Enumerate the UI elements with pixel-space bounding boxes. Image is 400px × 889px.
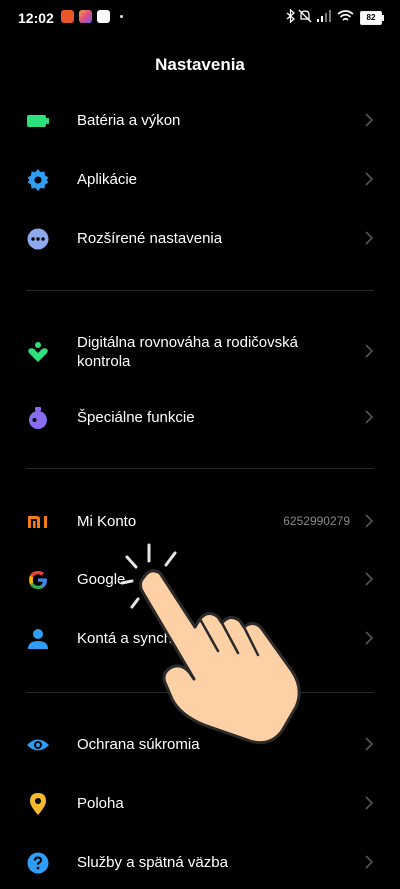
chevron-right-icon bbox=[365, 344, 374, 358]
status-bar: 12:02 82 bbox=[0, 0, 400, 36]
settings-item-label: Batéria a výkon bbox=[77, 112, 181, 129]
gear-icon bbox=[27, 169, 49, 191]
battery-icon bbox=[27, 115, 49, 127]
section-divider bbox=[26, 290, 374, 291]
settings-item-label: Špeciálne funkcie bbox=[77, 409, 195, 426]
settings-item-location[interactable]: Poloha bbox=[0, 781, 400, 826]
settings-item-label: Rozšírené nastavenia bbox=[77, 230, 223, 247]
battery-level: 82 bbox=[360, 11, 384, 25]
account-id: 6252990279 bbox=[283, 514, 350, 528]
notification-app-icon bbox=[61, 10, 74, 23]
settings-item-label: Aplikácie bbox=[77, 171, 138, 188]
chevron-right-icon bbox=[365, 231, 374, 245]
ringer-off-icon bbox=[298, 9, 312, 23]
chevron-right-icon bbox=[365, 572, 374, 586]
signal-icon bbox=[317, 10, 331, 22]
digital-wellbeing-icon bbox=[28, 342, 48, 362]
chevron-right-icon bbox=[365, 172, 374, 186]
chevron-right-icon bbox=[365, 410, 374, 424]
mi-logo-icon bbox=[28, 516, 47, 528]
settings-item-digital-wellbeing[interactable]: Digitálna rovnováha a rodičovská kontrol… bbox=[0, 322, 400, 382]
settings-item-feedback[interactable]: Služby a spätná väzba bbox=[0, 840, 400, 885]
settings-item-label: Digitálna rovnováha a rodičovská kontrol… bbox=[77, 334, 298, 370]
help-icon bbox=[27, 852, 49, 874]
more-notifications-dot bbox=[120, 15, 123, 18]
account-icon bbox=[28, 629, 48, 649]
chevron-right-icon bbox=[365, 737, 374, 751]
special-features-icon bbox=[29, 407, 47, 429]
settings-item-label: Služby a spätná väzba bbox=[77, 854, 228, 871]
settings-item-apps[interactable]: Aplikácie bbox=[0, 157, 400, 202]
chevron-right-icon bbox=[365, 855, 374, 869]
page-title: Nastavenia bbox=[155, 55, 245, 74]
chevron-right-icon bbox=[365, 631, 374, 645]
settings-item-label: Poloha bbox=[77, 795, 124, 812]
location-pin-icon bbox=[30, 793, 46, 815]
chevron-right-icon bbox=[365, 514, 374, 528]
notification-app-icon bbox=[97, 10, 110, 23]
wifi-icon bbox=[337, 10, 354, 21]
eye-icon bbox=[27, 739, 49, 751]
settings-item-special-features[interactable]: Špeciálne funkcie bbox=[0, 395, 400, 440]
settings-item-advanced[interactable]: Rozšírené nastavenia bbox=[0, 216, 400, 261]
chevron-right-icon bbox=[365, 113, 374, 127]
bluetooth-icon bbox=[286, 9, 295, 23]
section-divider bbox=[26, 468, 374, 469]
settings-item-battery[interactable]: Batéria a výkon bbox=[0, 98, 400, 143]
clock: 12:02 bbox=[18, 10, 54, 26]
google-icon bbox=[29, 571, 47, 589]
chevron-right-icon bbox=[365, 796, 374, 810]
more-dots-icon bbox=[27, 228, 49, 250]
tap-hand-icon bbox=[120, 543, 301, 745]
notification-app-icon bbox=[79, 10, 92, 23]
